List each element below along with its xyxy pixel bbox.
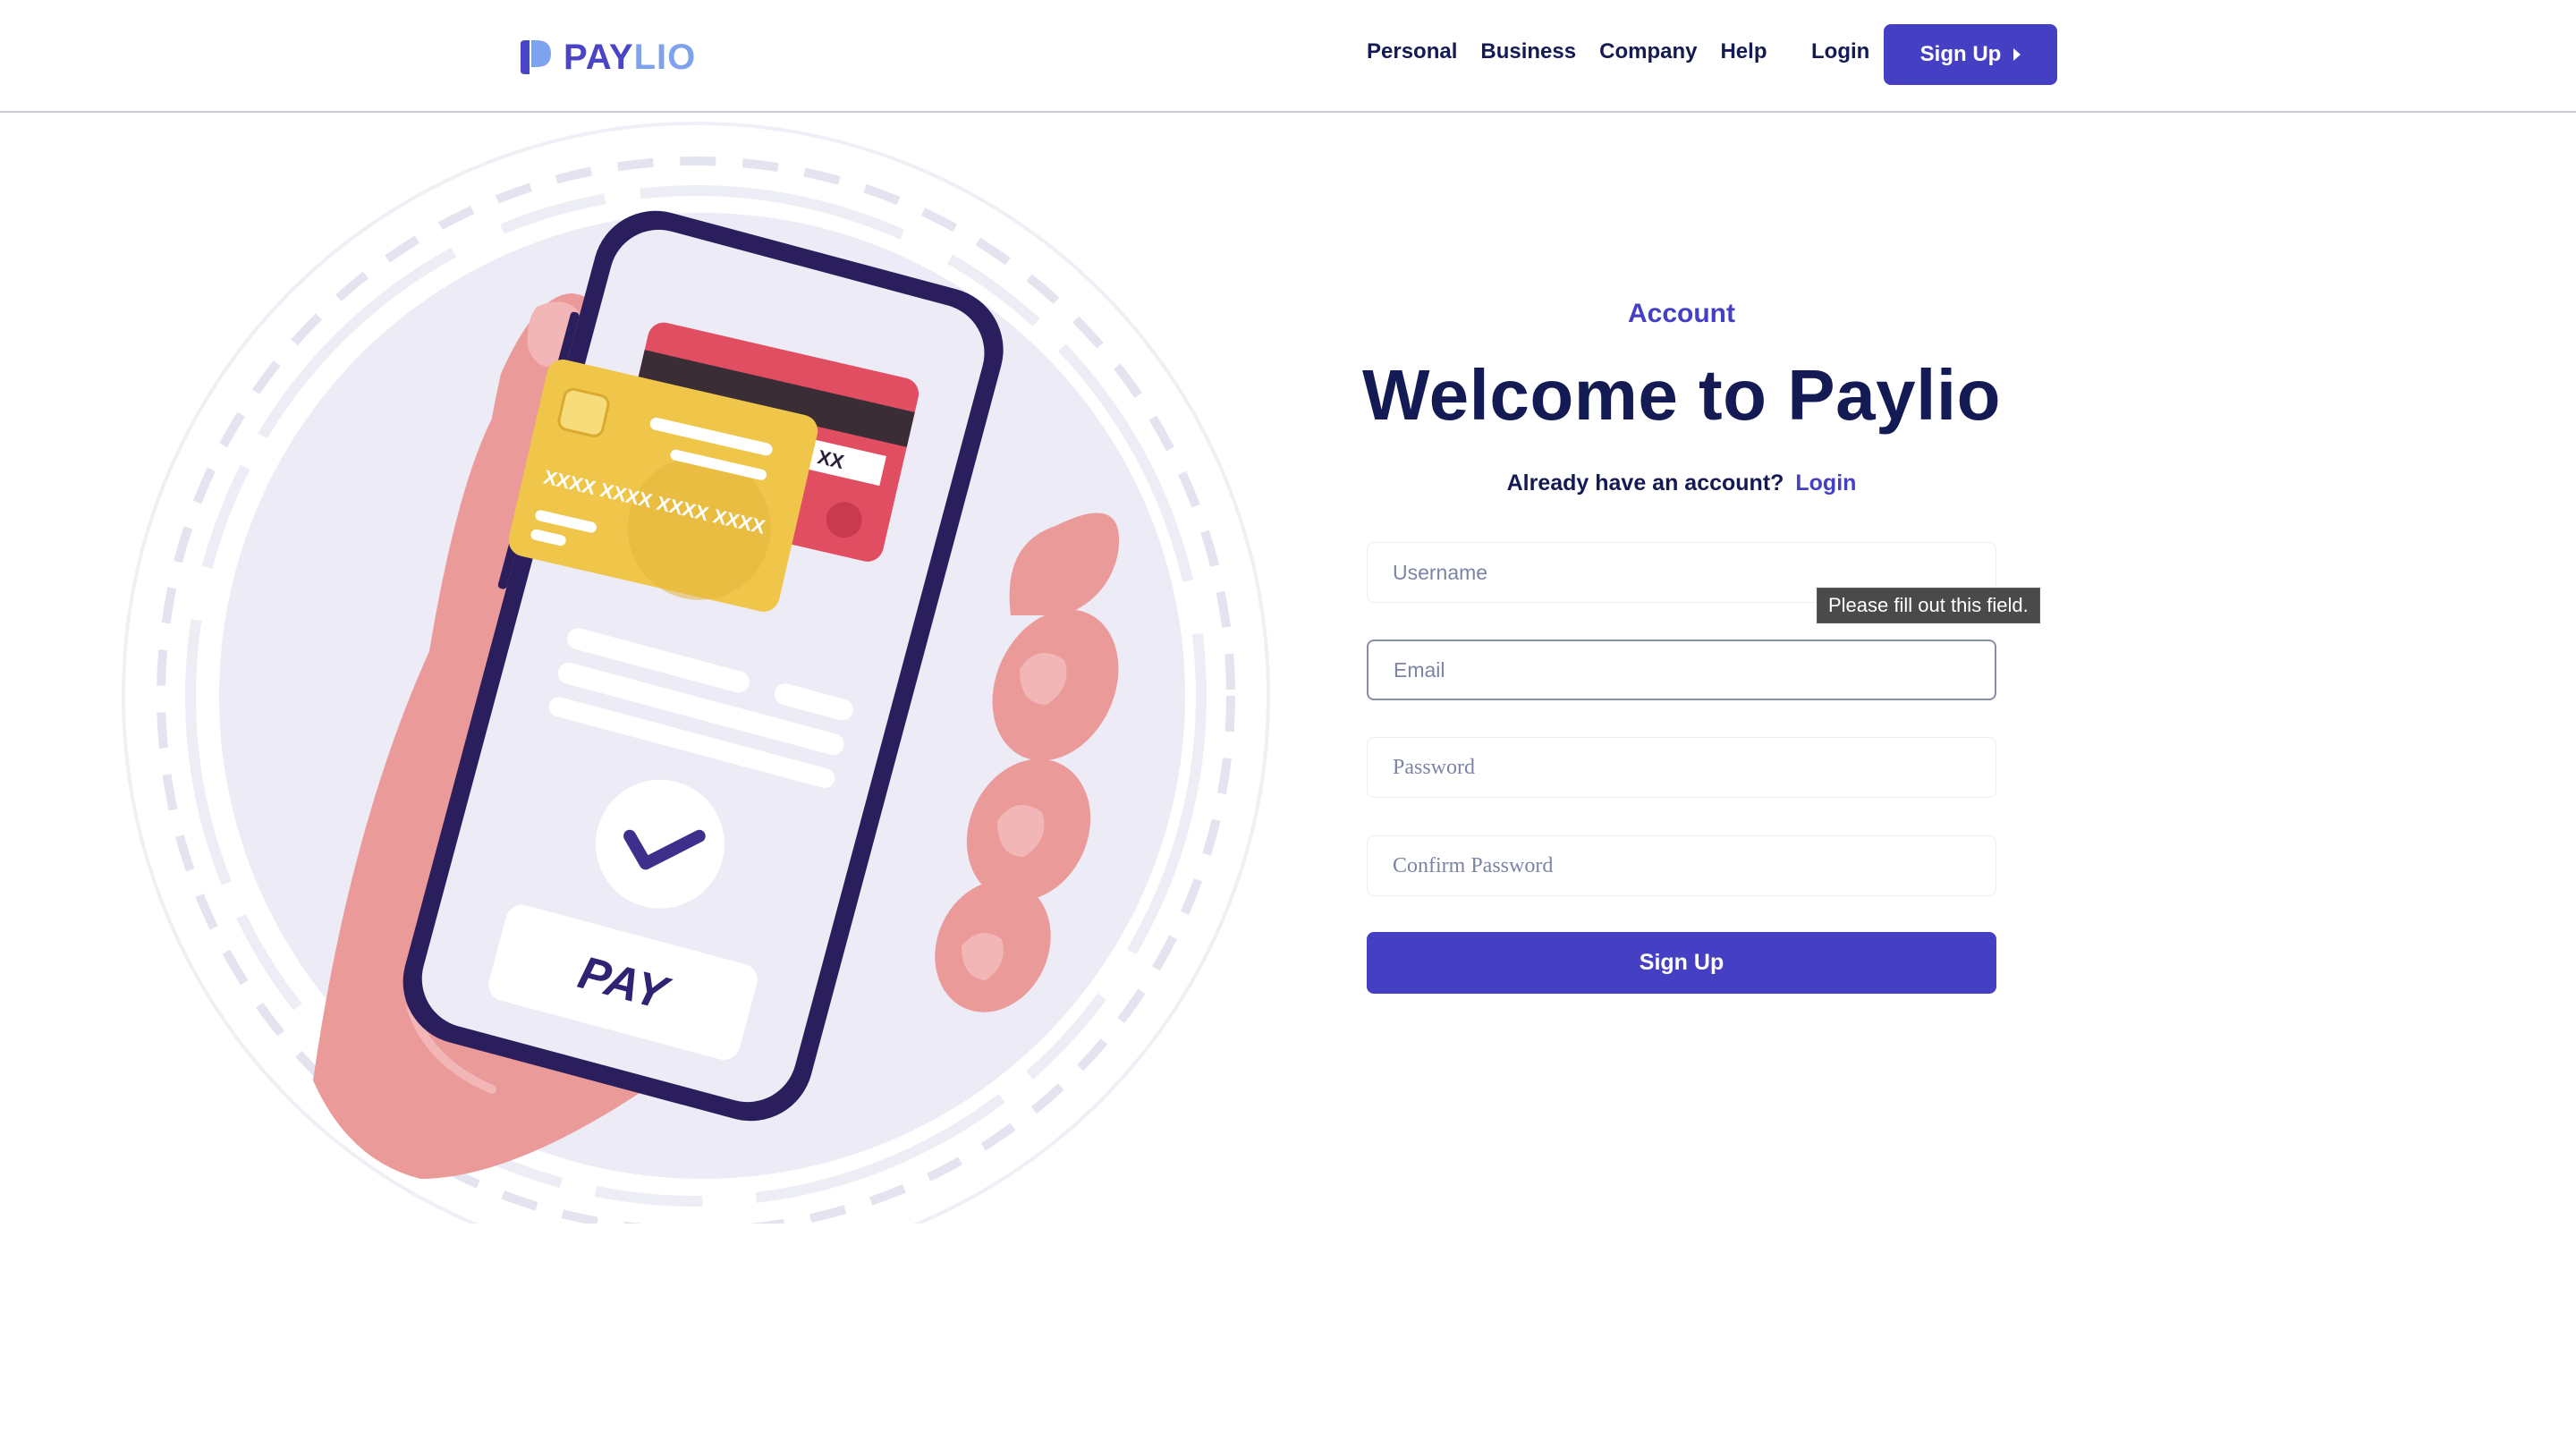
nav-item-help[interactable]: Help bbox=[1720, 39, 1767, 64]
logo-wordmark-lio: LIO bbox=[633, 37, 697, 77]
caret-right-icon bbox=[2013, 48, 2021, 61]
section-eyebrow: Account bbox=[1628, 299, 1735, 328]
login-prompt-link[interactable]: Login bbox=[1795, 470, 1856, 496]
confirm-password-field[interactable] bbox=[1367, 835, 1996, 896]
nav-item-company[interactable]: Company bbox=[1599, 39, 1697, 64]
main-nav: Personal Business Company Help bbox=[1367, 39, 1767, 64]
header-signup-label: Sign Up bbox=[1919, 42, 2002, 66]
paylio-logo[interactable]: PAY LIO bbox=[517, 36, 696, 79]
nav-item-personal[interactable]: Personal bbox=[1367, 39, 1457, 64]
page-title: Welcome to Paylio bbox=[1362, 355, 2001, 435]
logo-wordmark-pay: PAY bbox=[564, 37, 634, 77]
header-login-link[interactable]: Login bbox=[1811, 39, 1869, 64]
login-prompt: Already have an account? Login bbox=[1367, 470, 1996, 496]
login-prompt-text: Already have an account? bbox=[1506, 470, 1784, 496]
signup-submit-button[interactable]: Sign Up bbox=[1367, 932, 1996, 994]
password-field[interactable] bbox=[1367, 737, 1996, 798]
nav-item-business[interactable]: Business bbox=[1480, 39, 1576, 64]
header-signup-button[interactable]: Sign Up bbox=[1884, 24, 2057, 85]
paylio-logo-icon bbox=[521, 40, 551, 74]
validation-tooltip: Please fill out this field. bbox=[1817, 588, 2040, 623]
payment-illustration: PAY XX XXXX XXXX XXXX XXXX bbox=[122, 122, 1270, 1224]
site-header: PAY LIO Personal Business Company Help L… bbox=[0, 0, 2576, 113]
logo-wordmark: PAY LIO bbox=[564, 38, 696, 78]
email-field[interactable] bbox=[1367, 640, 1996, 700]
